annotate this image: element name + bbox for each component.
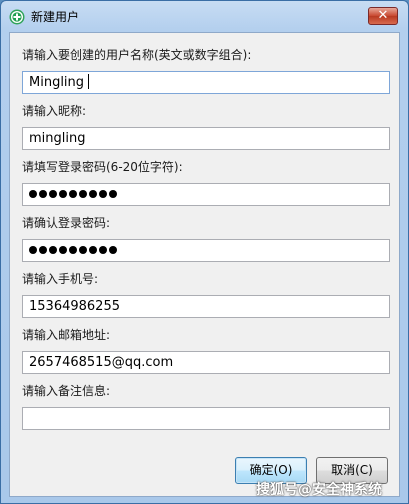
email-value: 2657468515@qq.com xyxy=(29,355,174,370)
close-icon: ✕ xyxy=(377,8,389,23)
phone-input[interactable]: 15364986255 xyxy=(22,295,390,318)
password-dot xyxy=(59,246,67,254)
nickname-label: 请输入昵称: xyxy=(22,104,87,118)
password-dot xyxy=(89,246,97,254)
password-dot xyxy=(29,246,37,254)
password-dot xyxy=(79,246,87,254)
password-mask xyxy=(29,187,119,202)
password-dot xyxy=(99,246,107,254)
nickname-value: mingling xyxy=(29,131,86,146)
remarks-input[interactable] xyxy=(22,407,390,430)
nickname-input[interactable]: mingling xyxy=(22,127,390,150)
confirm-password-label: 请确认登录密码: xyxy=(22,216,111,230)
password-dot xyxy=(49,190,57,198)
phone-label: 请输入手机号: xyxy=(22,272,99,286)
phone-value: 15364986255 xyxy=(29,299,120,314)
password-dot xyxy=(49,246,57,254)
email-input[interactable]: 2657468515@qq.com xyxy=(22,351,390,374)
close-button[interactable]: ✕ xyxy=(368,7,398,25)
confirm-password-mask xyxy=(29,243,119,258)
email-label: 请输入邮箱地址: xyxy=(22,328,111,342)
confirm-password-input[interactable] xyxy=(22,239,390,262)
password-dot xyxy=(69,190,77,198)
username-value: Mingling xyxy=(29,75,85,90)
password-dot xyxy=(39,190,47,198)
dialog-window: 新建用户 ✕ 请输入要创建的用户名称(英文或数字组合): Mingling 请输… xyxy=(0,0,409,504)
username-label: 请输入要创建的用户名称(英文或数字组合): xyxy=(22,48,252,62)
password-dot xyxy=(29,190,37,198)
password-dot xyxy=(99,190,107,198)
password-dot xyxy=(89,190,97,198)
user-app-icon xyxy=(9,9,25,25)
title-bar[interactable]: 新建用户 ✕ xyxy=(1,1,408,31)
watermark-text: 搜狐号@安全神系统 xyxy=(256,482,382,498)
password-label: 请填写登录密码(6-20位字符): xyxy=(22,160,183,174)
password-input[interactable] xyxy=(22,183,390,206)
text-caret xyxy=(88,74,90,89)
window-title: 新建用户 xyxy=(31,10,80,24)
password-dot xyxy=(109,246,117,254)
username-input[interactable]: Mingling xyxy=(22,71,390,94)
form-panel: 请输入要创建的用户名称(英文或数字组合): Mingling 请输入昵称: mi… xyxy=(9,32,400,497)
remarks-label: 请输入备注信息: xyxy=(22,384,111,398)
password-dot xyxy=(79,190,87,198)
password-dot xyxy=(59,190,67,198)
password-dot xyxy=(69,246,77,254)
password-dot xyxy=(39,246,47,254)
password-dot xyxy=(109,190,117,198)
